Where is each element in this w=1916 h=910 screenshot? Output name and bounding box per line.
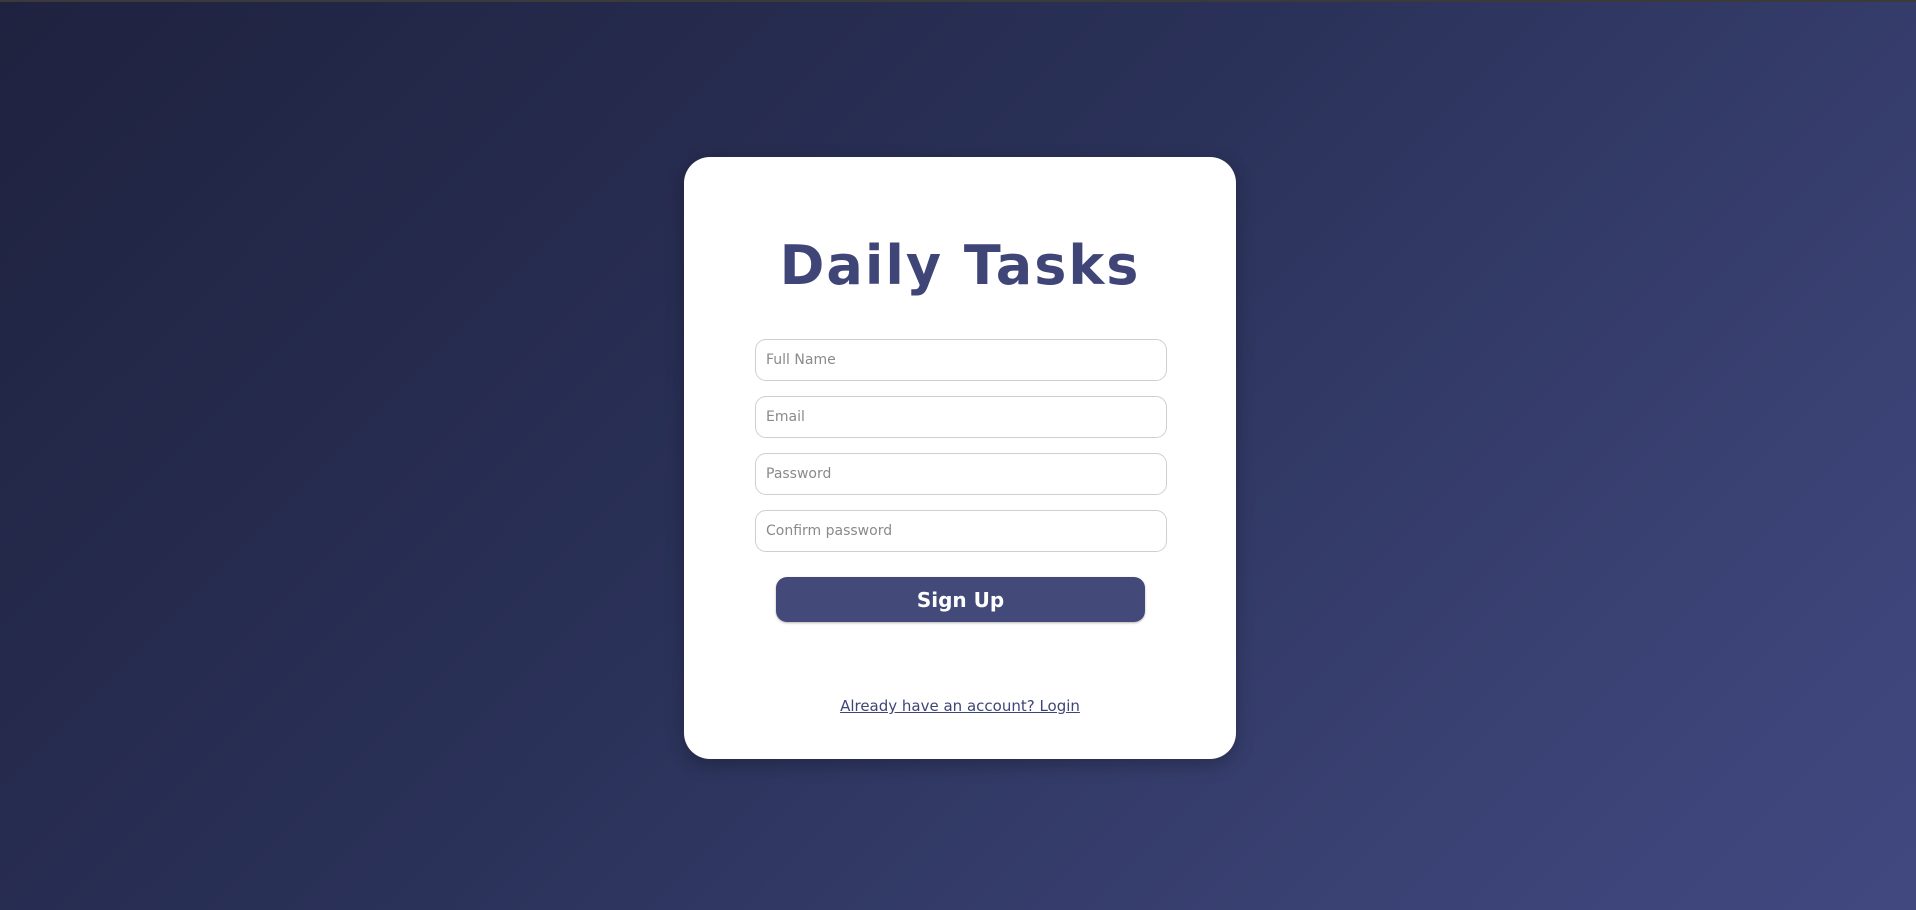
email-input[interactable] [755, 396, 1167, 438]
confirm-password-input[interactable] [755, 510, 1167, 552]
password-input[interactable] [755, 453, 1167, 495]
sign-up-button[interactable]: Sign Up [776, 577, 1145, 622]
window-top-border [0, 0, 1916, 2]
app-title: Daily Tasks [779, 234, 1141, 297]
login-link[interactable]: Already have an account? Login [684, 697, 1236, 715]
full-name-input[interactable] [755, 339, 1167, 381]
